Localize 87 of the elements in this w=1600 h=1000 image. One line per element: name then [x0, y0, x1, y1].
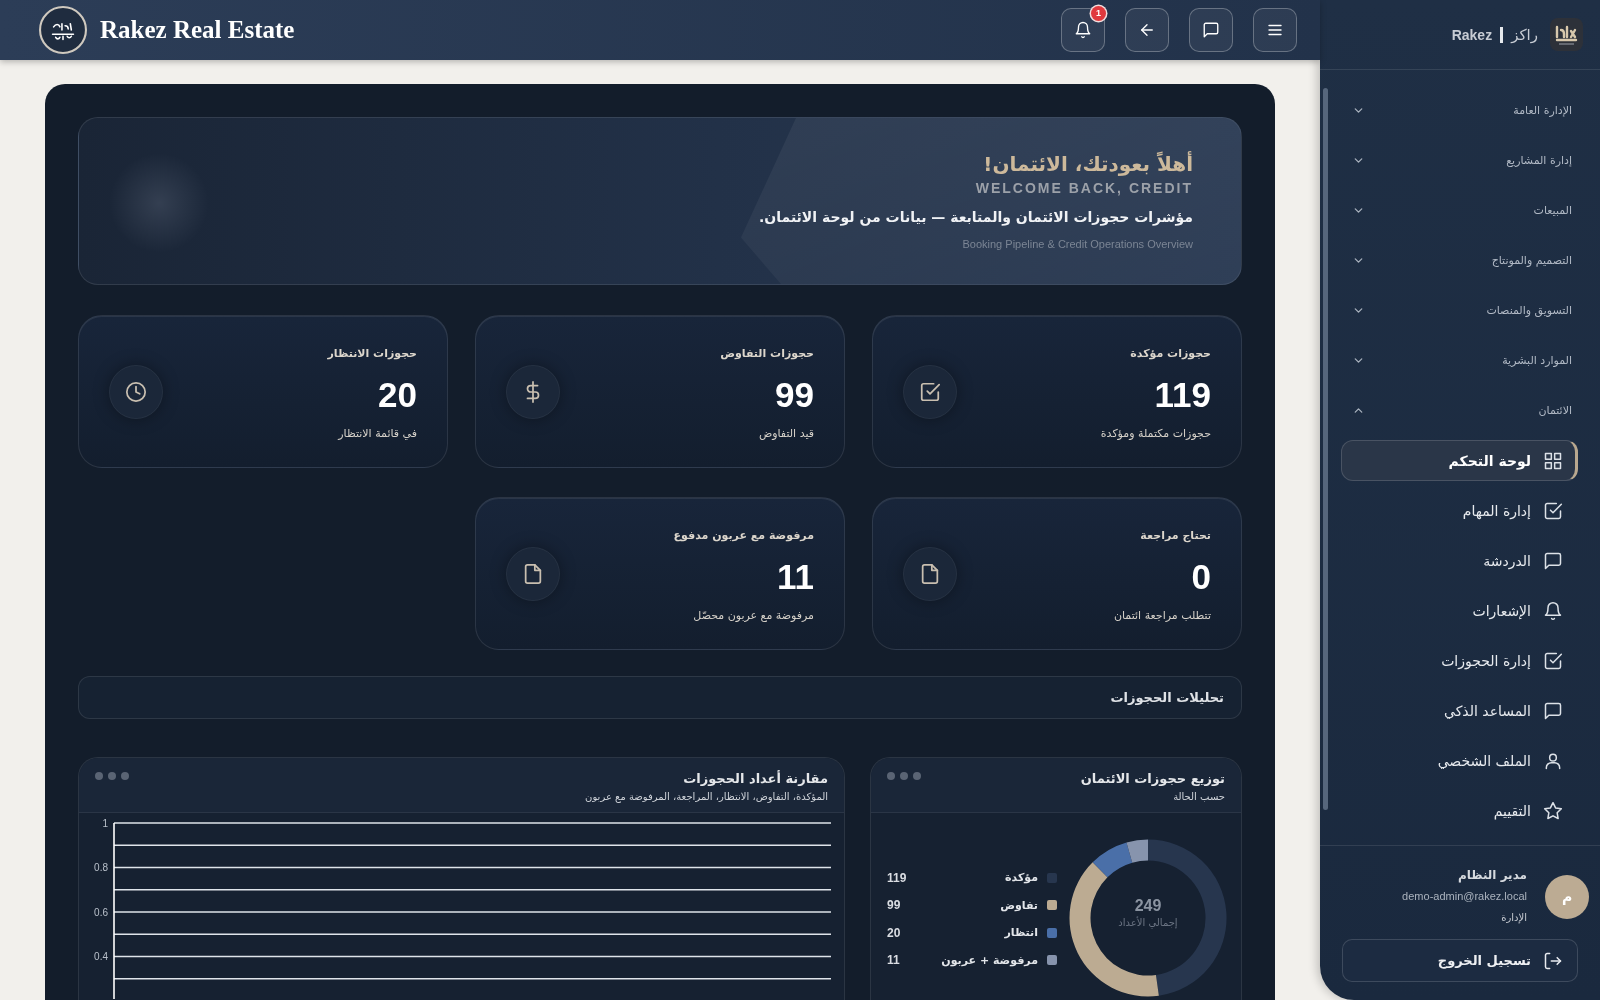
stat-note: قيد التفاوض [758, 426, 814, 442]
user-email: demo-admin@rakez.local [1402, 889, 1527, 904]
legend-value: 119 [887, 870, 907, 885]
scrollbar-thumb[interactable] [1323, 88, 1328, 810]
stat-value: 0 [1191, 557, 1211, 597]
y-tick-label: 0.6 [94, 906, 108, 918]
brand-name-english: Rakez [1451, 26, 1493, 43]
nav-item[interactable]: إدارة الحجوزات [1341, 640, 1578, 681]
stat-value: 11 [777, 557, 814, 597]
grid-icon [1543, 450, 1563, 471]
stat-title: تحتاج مراجعة [1140, 528, 1211, 544]
nav-group-toggle[interactable]: الإدارة العامة [1320, 85, 1600, 135]
nav-item[interactable]: الإشعارات [1341, 590, 1578, 631]
welcome-description: مؤشرات حجوزات الائتمان والمتابعة — بيانات من لوحة الائتمان. [758, 208, 1193, 228]
back-button[interactable] [1125, 8, 1169, 52]
more-options-icon[interactable] [95, 772, 129, 780]
nav-group-toggle[interactable]: إدارة المشاريع [1320, 135, 1600, 185]
notification-badge: 1 [1091, 6, 1106, 21]
site-title: Rakez Real Estate [100, 16, 295, 44]
chart-subtitle: المؤكدة، التفاوض، الانتظار، المراجعة، المرفوضة مع عربون [585, 790, 828, 804]
donut-total-label: إجمالي الأعداد [1118, 916, 1178, 930]
menu-button[interactable] [1253, 8, 1297, 52]
notifications-button[interactable]: 1 [1061, 8, 1105, 52]
user-name: مدير النظام [1457, 867, 1527, 885]
stat-note: مرفوضة مع عربون محصّل [693, 608, 814, 624]
nav-item[interactable]: التقييم [1341, 790, 1578, 831]
stat-title: حجوزات التفاوض [720, 346, 814, 362]
brand-name-arabic: راكز [1511, 25, 1538, 44]
stat-title: مرفوضة مع عربون مدفوع [673, 528, 814, 544]
nav-group-toggle[interactable]: التسويق والمنصات [1320, 285, 1600, 335]
legend-value: 11 [887, 953, 900, 968]
stat-value: 99 [775, 375, 814, 415]
nav-item[interactable]: المساعد الذكي [1341, 690, 1578, 731]
check-square-icon [903, 365, 957, 419]
legend-label: مرفوضة + عربون [941, 953, 1038, 967]
y-tick-label: 1 [102, 817, 108, 829]
legend-label: مؤكدة [1005, 871, 1038, 885]
stat-value: 20 [378, 375, 417, 415]
legend-label: انتظار [1004, 926, 1038, 940]
check-square-icon [1543, 500, 1563, 521]
back-arrow-icon [1138, 21, 1156, 39]
more-options-icon[interactable] [887, 772, 921, 780]
clock-icon [109, 365, 163, 419]
chart-title: مقارنة أعداد الحجوزات [683, 769, 828, 788]
legend-label: تفاوض [1000, 898, 1038, 912]
bell-icon [1074, 21, 1092, 39]
dollar-icon [506, 365, 560, 419]
nav-group-toggle[interactable]: الموارد البشرية [1320, 335, 1600, 385]
welcome-title: أهلاً بعودتك، الائتمان! [982, 151, 1193, 178]
stat-note: في قائمة الانتظار [338, 426, 417, 442]
chart-subtitle: حسب الحالة [1173, 790, 1225, 804]
nav-group-toggle[interactable]: المبيعات [1320, 185, 1600, 235]
chat-bubble-icon [1543, 550, 1563, 571]
donut-total-value: 249 [1134, 896, 1162, 916]
legend-value: 20 [887, 925, 901, 940]
logo-icon[interactable] [39, 6, 87, 54]
logout-button[interactable]: تسجيل الخروج [1342, 939, 1578, 982]
logo-icon[interactable] [1550, 18, 1583, 51]
chat-bubble-icon [1543, 700, 1563, 721]
logout-icon [1543, 950, 1563, 971]
nav-item[interactable]: لوحة التحكم [1341, 440, 1578, 481]
y-tick-label: 0.8 [94, 862, 108, 873]
messages-button[interactable] [1189, 8, 1233, 52]
chart-title: توزيع حجوزات الائتمان [1080, 770, 1225, 788]
stat-title: حجوزات الانتظار [327, 346, 417, 362]
stat-value: 119 [1154, 375, 1211, 415]
chat-bubble-icon [1202, 21, 1220, 39]
nav-item[interactable]: الدردشة [1341, 540, 1578, 581]
nav-item[interactable]: الملف الشخصي [1341, 740, 1578, 781]
stat-note: حجوزات مكتملة ومؤكدة [1100, 426, 1211, 442]
bell-icon [1543, 600, 1563, 621]
section-title: تحليلات الحجوزات [1110, 690, 1224, 705]
welcome-caption: Booking Pipeline & Credit Operations Overview [961, 237, 1193, 252]
check-square-icon [1543, 650, 1563, 671]
nav-group-toggle[interactable]: الائتمان [1320, 385, 1600, 435]
star-icon [1543, 800, 1563, 821]
user-avatar: م [1545, 874, 1589, 919]
legend-value: 99 [887, 898, 901, 913]
stat-title: حجوزات مؤكدة [1130, 346, 1211, 362]
nav-group-toggle[interactable]: التصميم والمونتاج [1320, 235, 1600, 285]
stat-note: تتطلب مراجعة ائتمان [1113, 608, 1211, 624]
document-icon [903, 547, 957, 601]
welcome-subtitle: WELCOME BACK, CREDIT [974, 179, 1193, 198]
user-role: الإدارة [1501, 911, 1527, 926]
nav-item[interactable]: إدارة المهام [1341, 490, 1578, 531]
document-icon [506, 547, 560, 601]
y-tick-label: 0.4 [94, 951, 108, 962]
